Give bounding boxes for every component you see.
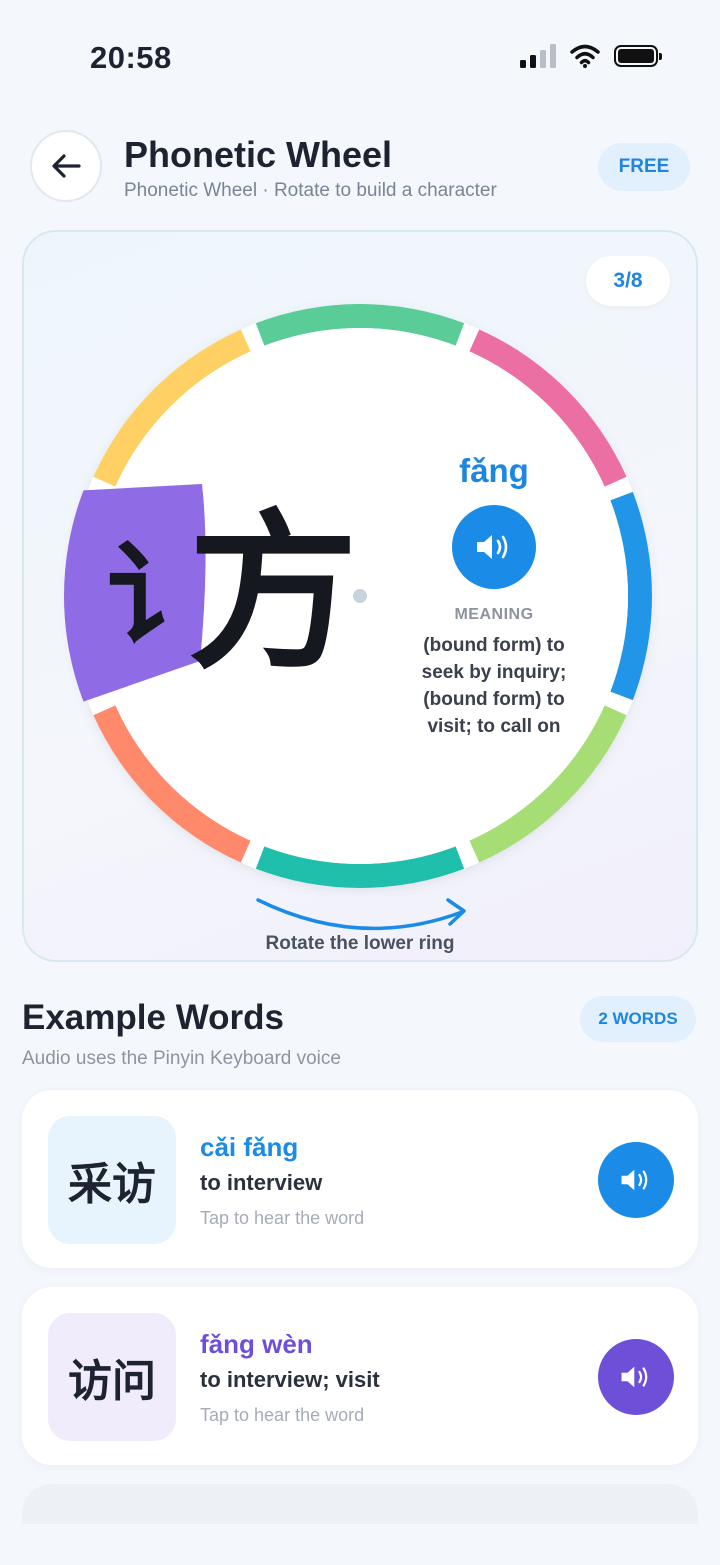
character-pinyin: fǎng: [459, 452, 529, 489]
word-meaning: to interview: [200, 1170, 323, 1195]
status-time: 20:58: [90, 40, 172, 75]
word-pinyin: cǎi fǎng: [200, 1132, 299, 1162]
wheel-pivot-dot: [353, 589, 367, 603]
page-title: Phonetic Wheel: [124, 134, 393, 175]
word-hint: Tap to hear the word: [200, 1405, 365, 1425]
word-pinyin: fǎng wèn: [200, 1329, 313, 1359]
play-word-button[interactable]: [598, 1142, 674, 1218]
rotate-arrow-icon: [256, 898, 466, 931]
speaker-icon: [621, 1169, 648, 1191]
meaning-label: MEANING: [454, 606, 534, 623]
next-card-peek: [22, 1484, 698, 1524]
word-meaning: to interview; visit: [200, 1367, 380, 1392]
battery-icon: [614, 45, 662, 67]
word-hanzi-tile: 访问: [48, 1313, 176, 1441]
speaker-icon: [621, 1366, 648, 1388]
component-glyph: 方: [188, 495, 358, 693]
play-word-button[interactable]: [598, 1339, 674, 1415]
word-hint: Tap to hear the word: [200, 1208, 365, 1228]
status-icons: [520, 44, 662, 68]
phonetic-wheel[interactable]: 讠 方: [60, 296, 660, 896]
section-title: Example Words: [22, 998, 284, 1037]
word-hanzi-tile: 采访: [48, 1116, 176, 1244]
speaker-icon: [477, 535, 508, 559]
word-card[interactable]: 采访 cǎi fǎng to interview Tap to hear the…: [22, 1090, 698, 1268]
page-subtitle: Phonetic Wheel · Rotate to build a chara…: [124, 180, 497, 201]
play-pronunciation-button[interactable]: [452, 505, 536, 589]
meaning-text: (bound form) to seek by inquiry; (bound …: [421, 635, 567, 737]
wifi-icon: [570, 44, 600, 68]
arrow-left-icon: [52, 154, 81, 178]
back-button[interactable]: [30, 130, 102, 202]
rotate-hint: Rotate the lower ring: [265, 933, 455, 954]
word-card[interactable]: 访问 fǎng wèn to interview; visit Tap to h…: [22, 1287, 698, 1465]
free-badge: FREE: [598, 143, 690, 191]
word-count-badge: 2 WORDS: [580, 996, 696, 1042]
section-subtitle: Audio uses the Pinyin Keyboard voice: [22, 1048, 341, 1069]
signal-icon: [520, 44, 556, 68]
